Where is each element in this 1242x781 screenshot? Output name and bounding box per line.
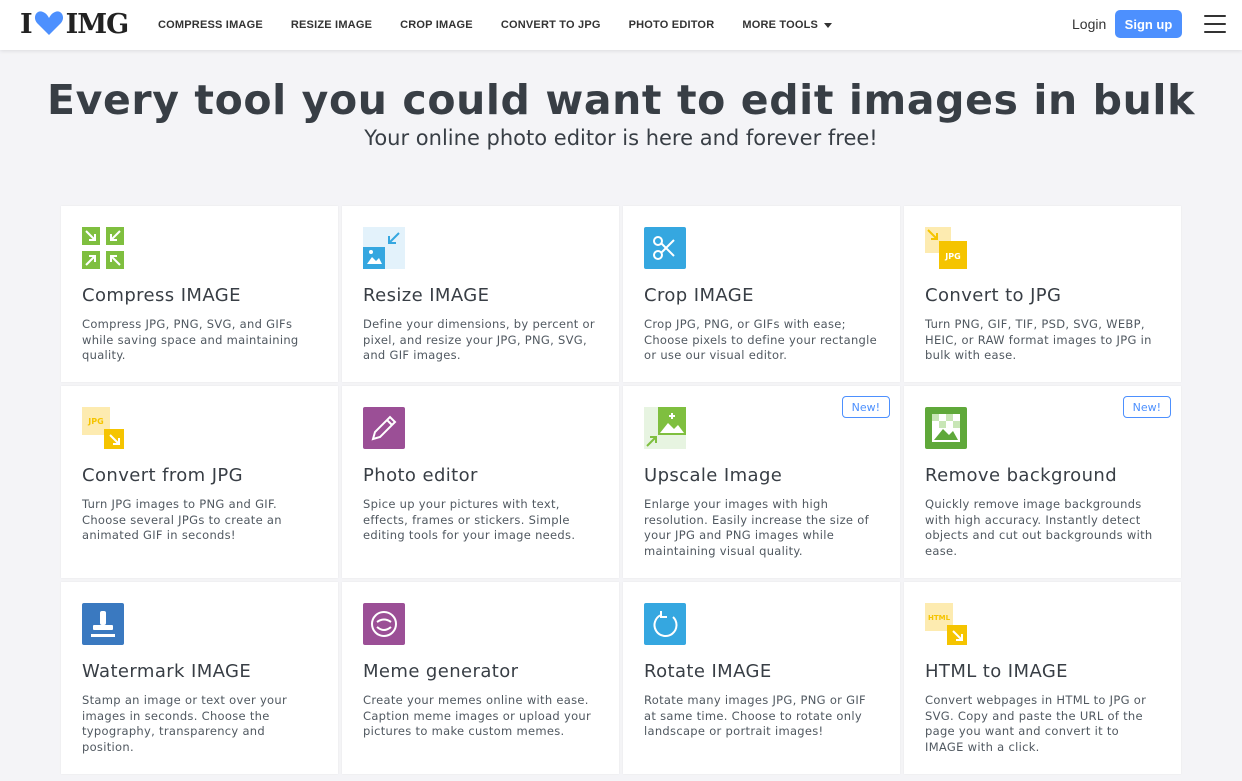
nav-resize-image[interactable]: Resize IMAGE — [291, 19, 372, 31]
convert-to-jpg-icon: JPG — [925, 227, 967, 269]
nav-convert-to-jpg[interactable]: Convert to JPG — [501, 19, 601, 31]
tool-title: Convert to JPG — [925, 285, 1062, 306]
hero-title: Every tool you could want to edit images… — [47, 76, 1195, 124]
tool-card-html-to-image[interactable]: HTML HTML to IMAGE Convert webpages in H… — [904, 582, 1181, 774]
tool-title: Rotate IMAGE — [644, 661, 772, 682]
tool-title: HTML to IMAGE — [925, 661, 1068, 682]
nav-more-label: More tools — [742, 19, 819, 31]
tool-card-compress[interactable]: Compress IMAGE Compress JPG, PNG, SVG, a… — [61, 206, 338, 382]
signup-button[interactable]: Sign up — [1115, 10, 1182, 38]
tool-card-remove-background[interactable]: New! Remove background Quickly remove im… — [904, 386, 1181, 578]
tool-card-meme-generator[interactable]: Meme generator Create your memes online … — [342, 582, 619, 774]
tool-description: Spice up your pictures with text, effect… — [363, 497, 576, 542]
hero-subtitle: Your online photo editor is here and for… — [364, 126, 878, 150]
tool-card-watermark[interactable]: Watermark IMAGE Stamp an image or text o… — [61, 582, 338, 774]
nav-more-tools[interactable]: More tools — [742, 19, 833, 31]
tool-description: Enlarge your images with high resolution… — [644, 497, 869, 558]
watermark-icon — [82, 603, 124, 645]
convert-from-jpg-icon: JPG — [82, 407, 124, 449]
meme-icon — [363, 603, 405, 645]
main-nav: Compress IMAGE Resize IMAGE Crop IMAGE C… — [158, 0, 860, 50]
svg-text:JPG: JPG — [944, 252, 960, 261]
remove-background-icon — [925, 407, 967, 449]
tool-description: Turn JPG images to PNG and GIF. Choose s… — [82, 497, 282, 542]
tool-title: Crop IMAGE — [644, 285, 754, 306]
logo-text-left: I — [20, 9, 33, 40]
crop-icon — [644, 227, 686, 269]
tool-description: Define your dimensions, by percent or pi… — [363, 317, 595, 362]
hamburger-menu-icon[interactable] — [1204, 15, 1226, 33]
tool-card-rotate[interactable]: Rotate IMAGE Rotate many images JPG, PNG… — [623, 582, 900, 774]
caret-down-icon — [824, 22, 833, 28]
tool-description: Create your memes online with ease. Capt… — [363, 693, 592, 738]
tool-title: Remove background — [925, 465, 1118, 486]
heart-icon — [34, 10, 64, 40]
tool-title: Meme generator — [363, 661, 519, 682]
tool-card-resize[interactable]: Resize IMAGE Define your dimensions, by … — [342, 206, 619, 382]
tool-card-upscale[interactable]: New! Upscale Image Enlarge your images w… — [623, 386, 900, 578]
tool-title: Convert from JPG — [82, 465, 244, 486]
tool-description: Convert webpages in HTML to JPG or SVG. … — [925, 693, 1147, 754]
tool-card-photo-editor[interactable]: Photo editor Spice up your pictures with… — [342, 386, 619, 578]
photo-editor-icon — [363, 407, 405, 449]
new-badge: New! — [841, 396, 890, 418]
compress-icon — [82, 227, 124, 269]
tool-description: Quickly remove image backgrounds with hi… — [925, 497, 1153, 558]
tool-title: Compress IMAGE — [82, 285, 241, 306]
logo-text-right: IMG — [65, 9, 130, 40]
tool-card-convert-to-jpg[interactable]: JPG Convert to JPG Turn PNG, GIF, TIF, P… — [904, 206, 1181, 382]
resize-icon — [363, 227, 405, 269]
tool-card-crop[interactable]: Crop IMAGE Crop JPG, PNG, or GIFs with e… — [623, 206, 900, 382]
tool-title: Watermark IMAGE — [82, 661, 252, 682]
new-badge: New! — [1122, 396, 1171, 418]
logo[interactable]: I IMG — [20, 9, 130, 40]
nav-photo-editor[interactable]: Photo Editor — [629, 19, 715, 31]
tool-title: Photo editor — [363, 465, 478, 486]
tool-card-convert-from-jpg[interactable]: JPG Convert from JPG Turn JPG images to … — [61, 386, 338, 578]
tool-description: Crop JPG, PNG, or GIFs with ease; Choose… — [644, 317, 878, 362]
top-navbar: I IMG Compress IMAGE Resize IMAGE Crop I… — [0, 0, 1242, 50]
svg-text:HTML: HTML — [928, 614, 951, 622]
tool-description: Rotate many images JPG, PNG or GIF at sa… — [644, 693, 866, 738]
html-to-image-icon: HTML — [925, 603, 967, 645]
login-link[interactable]: Login — [1072, 16, 1106, 32]
nav-compress-image[interactable]: Compress IMAGE — [158, 19, 263, 31]
rotate-icon — [644, 603, 686, 645]
tool-description: Turn PNG, GIF, TIF, PSD, SVG, WEBP, HEIC… — [925, 317, 1152, 362]
tool-description: Compress JPG, PNG, SVG, and GIFs while s… — [82, 317, 299, 362]
tool-title: Upscale Image — [644, 465, 783, 486]
nav-crop-image[interactable]: Crop IMAGE — [400, 19, 473, 31]
svg-text:JPG: JPG — [87, 417, 103, 426]
tool-description: Stamp an image or text over your images … — [82, 693, 288, 754]
tools-grid: Compress IMAGE Compress JPG, PNG, SVG, a… — [61, 206, 1182, 774]
upscale-icon — [644, 407, 686, 449]
tool-title: Resize IMAGE — [363, 285, 490, 306]
